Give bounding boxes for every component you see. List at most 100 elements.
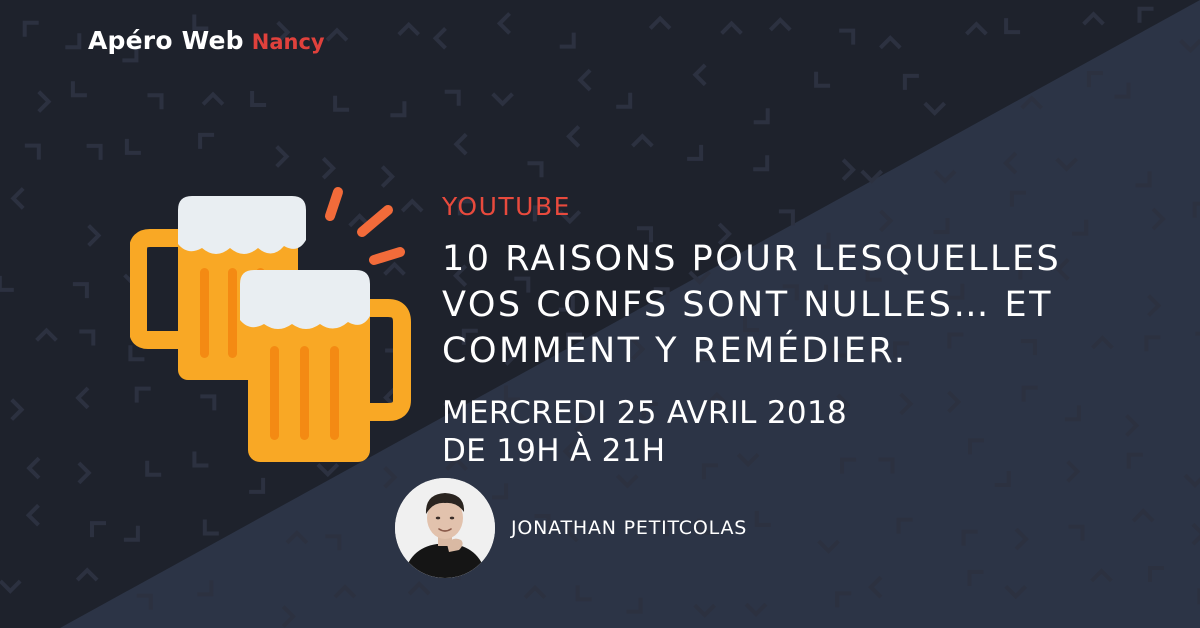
pattern-chevron xyxy=(841,158,856,182)
pattern-chevron xyxy=(70,81,87,98)
pattern-chevron xyxy=(648,15,672,30)
pattern-chevron xyxy=(994,471,1011,487)
pattern-chevron xyxy=(496,12,512,35)
pattern-chevron xyxy=(965,21,988,36)
event-title-line: VOS CONFS SONT NULLES… ET xyxy=(442,285,1053,325)
pattern-chevron xyxy=(527,161,544,178)
pattern-chevron xyxy=(860,169,884,184)
speaker[interactable]: JONATHAN PETITCOLAS xyxy=(395,478,747,578)
pattern-chevron xyxy=(124,138,141,155)
pattern-chevron xyxy=(575,585,592,602)
pattern-chevron xyxy=(10,398,25,421)
pattern-chevron xyxy=(753,155,770,172)
pattern-chevron xyxy=(281,605,296,628)
pattern-chevron xyxy=(616,92,633,109)
pattern-chevron xyxy=(559,32,576,49)
pattern-chevron xyxy=(744,602,768,617)
pattern-chevron xyxy=(198,132,215,149)
pattern-chevron xyxy=(1191,522,1200,546)
pattern-chevron xyxy=(1004,584,1028,600)
pattern-chevron xyxy=(24,143,41,160)
pattern-chevron xyxy=(566,125,581,148)
pattern-chevron xyxy=(839,28,856,45)
pattern-chevron xyxy=(1014,527,1029,551)
pattern-chevron xyxy=(321,156,337,180)
pattern-chevron xyxy=(1004,18,1021,35)
brand-logo[interactable]: Apéro Web Nancy xyxy=(88,26,325,55)
pattern-chevron xyxy=(720,20,743,35)
pattern-chevron xyxy=(22,20,39,37)
pattern-chevron xyxy=(0,579,22,594)
pattern-chevron xyxy=(75,386,90,410)
pattern-chevron xyxy=(147,93,164,110)
pattern-chevron xyxy=(1068,524,1085,541)
pattern-chevron xyxy=(10,187,25,210)
pattern-chevron xyxy=(35,327,58,342)
pattern-chevron xyxy=(1195,331,1200,348)
event-category[interactable]: YOUTUBE xyxy=(442,192,1162,222)
pattern-chevron xyxy=(249,477,266,494)
pattern-chevron xyxy=(250,91,267,107)
pattern-chevron xyxy=(523,584,547,600)
pattern-chevron xyxy=(1137,6,1154,23)
pattern-chevron xyxy=(79,329,96,346)
pattern-chevron xyxy=(631,133,654,148)
pattern-chevron xyxy=(1183,473,1200,488)
pattern-chevron xyxy=(1055,157,1078,172)
pattern-chevron xyxy=(136,593,153,610)
pattern-chevron xyxy=(26,456,41,480)
pattern-chevron xyxy=(87,224,102,247)
pattern-chevron xyxy=(753,108,770,125)
speaker-name: JONATHAN PETITCOLAS xyxy=(511,517,748,539)
pattern-chevron xyxy=(432,26,447,50)
pattern-chevron xyxy=(754,510,771,527)
pattern-chevron xyxy=(1003,151,1018,175)
pattern-chevron xyxy=(325,534,342,551)
pattern-chevron xyxy=(768,17,792,32)
pattern-chevron xyxy=(1131,508,1155,523)
pattern-chevron xyxy=(491,92,514,107)
pattern-chevron xyxy=(961,529,978,546)
pattern-chevron xyxy=(814,71,831,88)
pattern-chevron xyxy=(37,90,52,113)
pattern-chevron xyxy=(75,567,99,582)
pattern-chevron xyxy=(1114,82,1131,99)
event-date-line: MERCREDI 25 AVRIL 2018 xyxy=(442,395,847,431)
pattern-chevron xyxy=(687,144,704,161)
pattern-chevron xyxy=(896,517,913,534)
brand-name: Apéro Web xyxy=(88,26,244,55)
pattern-chevron xyxy=(444,89,461,106)
pattern-chevron xyxy=(835,591,852,608)
event-date: MERCREDI 25 AVRIL 2018 DE 19H À 21H xyxy=(442,394,1162,470)
pattern-chevron xyxy=(878,35,902,50)
brand-city: Nancy xyxy=(251,30,325,54)
beer-mugs-cheers-icon xyxy=(130,187,411,462)
event-time-line: DE 19H À 21H xyxy=(442,433,666,469)
pattern-chevron xyxy=(1082,11,1105,26)
pattern-chevron xyxy=(1020,95,1044,110)
pattern-chevron xyxy=(65,33,82,50)
pattern-chevron xyxy=(453,132,468,156)
pattern-chevron xyxy=(285,530,309,545)
event-title-line: 10 RAISONS POUR LESQUELLES xyxy=(442,239,1062,279)
pattern-chevron xyxy=(1192,201,1200,218)
pattern-chevron xyxy=(72,282,89,299)
pattern-chevron xyxy=(333,584,357,599)
pattern-chevron xyxy=(123,525,140,542)
pattern-chevron xyxy=(0,275,14,292)
pattern-chevron xyxy=(817,539,840,554)
pattern-chevron xyxy=(383,465,398,489)
pattern-chevron xyxy=(390,101,407,118)
pattern-chevron xyxy=(202,519,219,536)
pattern-chevron xyxy=(693,603,717,618)
event-details: YOUTUBE 10 RAISONS POUR LESQUELLES VOS C… xyxy=(442,192,1162,470)
event-title[interactable]: 10 RAISONS POUR LESQUELLES VOS CONFS SON… xyxy=(442,236,1162,374)
event-title-line: COMMENT Y REMÉDIER. xyxy=(442,331,908,371)
pattern-chevron xyxy=(577,68,592,92)
pattern-chevron xyxy=(1135,171,1152,188)
pattern-chevron xyxy=(868,575,883,599)
pattern-chevron xyxy=(967,569,984,586)
pattern-chevron xyxy=(77,461,92,485)
pattern-chevron xyxy=(902,73,919,90)
pattern-chevron xyxy=(1086,71,1103,88)
